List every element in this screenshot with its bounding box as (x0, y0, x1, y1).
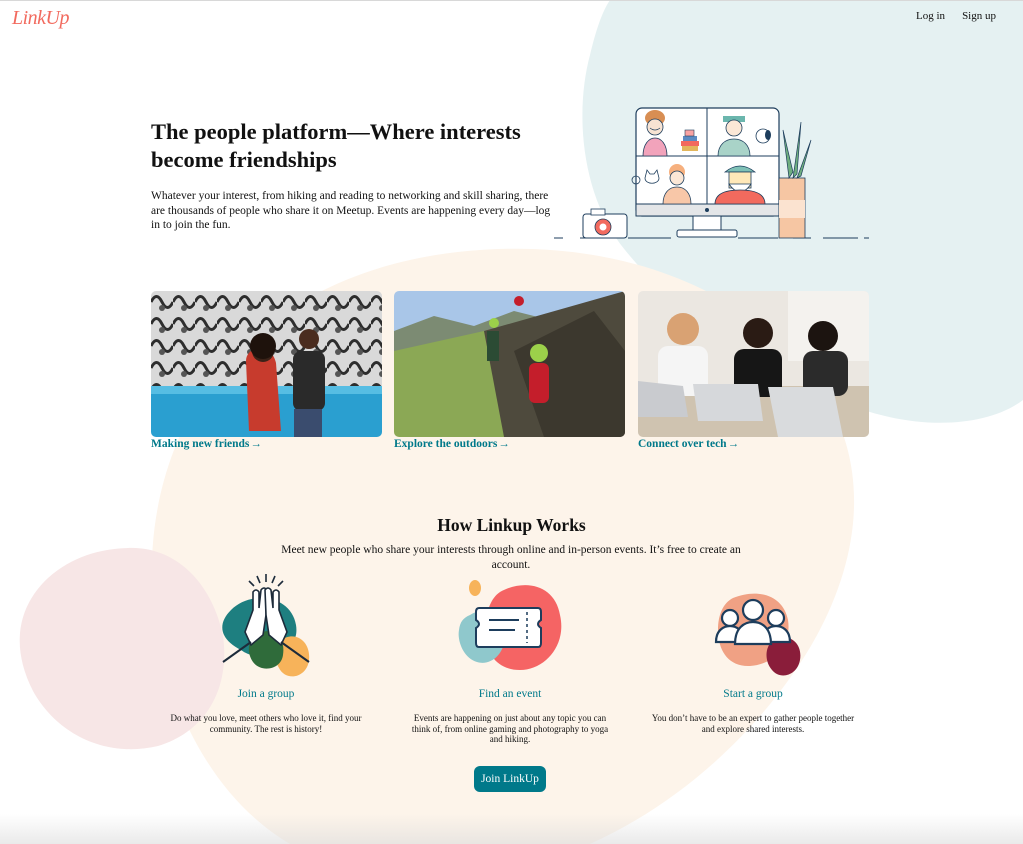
feature-label[interactable]: Find an event (405, 688, 615, 700)
how-it-works-subtitle: Meet new people who share your interests… (281, 544, 741, 571)
people-group-icon (714, 593, 801, 676)
join-linkup-button[interactable]: Join LinkUp (474, 766, 546, 792)
top-border (0, 0, 1023, 1)
card-label[interactable]: Making new friends (151, 438, 249, 450)
arrow-right-icon: → (250, 438, 262, 450)
feature-description: You don’t have to be an expert to gather… (651, 713, 855, 734)
arrow-right-icon: → (727, 438, 740, 450)
how-it-works-title: How Linkup Works (437, 515, 586, 535)
card-caption[interactable]: Explore the outdoors → (394, 438, 625, 450)
card-explore-the-outdoors[interactable]: Explore the outdoors → (394, 291, 625, 450)
login-link[interactable]: Log in (916, 10, 945, 22)
hero-title: The people platform—Where interests beco… (151, 119, 521, 172)
linkup-logo[interactable]: LinkUp (12, 7, 70, 30)
feature-label[interactable]: Join a group (161, 688, 371, 700)
feature-description: Events are happening on just about any t… (411, 713, 609, 744)
card-making-new-friends[interactable]: Making new friends → (151, 291, 382, 450)
high-five-icon (222, 574, 310, 677)
feature-description: Do what you love, meet others who love i… (170, 713, 362, 734)
bottom-fade (0, 814, 1023, 844)
card-connect-over-tech[interactable]: Connect over tech → (638, 291, 869, 450)
card-caption[interactable]: Making new friends → (151, 438, 382, 450)
tech-photo[interactable] (638, 291, 869, 437)
outdoors-photo[interactable] (394, 291, 625, 437)
feature-find-event: Find an event Events are happening on ju… (405, 570, 615, 745)
feature-start-group: Start a group You don’t have to be an ex… (648, 570, 858, 734)
top-nav: Log in Sign up (916, 10, 996, 22)
hero-description: Whatever your interest, from hiking and … (151, 190, 551, 231)
ticket-icon (458, 580, 562, 670)
feature-join-group: Join a group Do what you love, meet othe… (161, 570, 371, 734)
signup-link[interactable]: Sign up (962, 10, 996, 22)
video-call-illustration (554, 107, 869, 239)
arrow-right-icon: → (498, 438, 510, 450)
card-label[interactable]: Connect over tech (638, 438, 727, 450)
card-label[interactable]: Explore the outdoors (394, 438, 497, 450)
feature-label[interactable]: Start a group (648, 688, 858, 700)
card-caption[interactable]: Connect over tech → (638, 438, 869, 450)
friends-photo[interactable] (151, 291, 382, 437)
